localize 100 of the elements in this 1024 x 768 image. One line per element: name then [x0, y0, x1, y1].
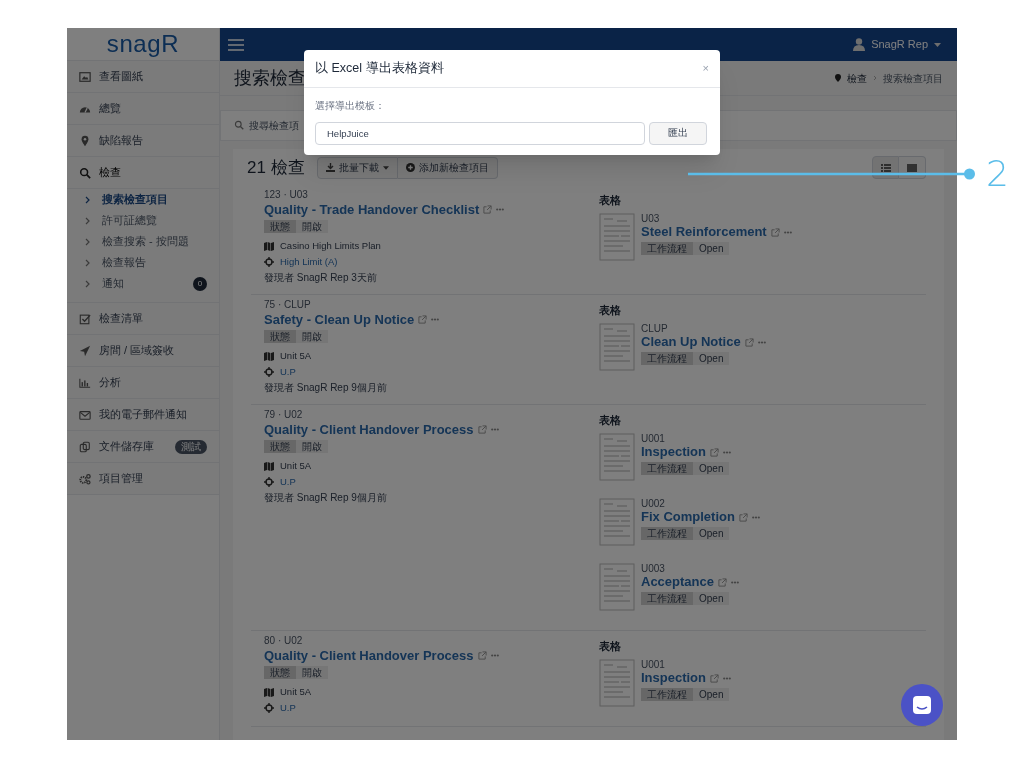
form-code: U001 — [641, 659, 666, 670]
search-icon — [79, 166, 91, 179]
submenu-item[interactable]: 檢查搜索 - 按問題 — [67, 231, 219, 252]
form-code: U03 — [641, 213, 661, 224]
chevron-right-icon — [873, 75, 877, 81]
export-button[interactable]: 匯出 — [649, 122, 707, 145]
external-link-icon — [770, 227, 780, 237]
form-title-link[interactable]: Acceptance — [641, 574, 714, 590]
form-title-link[interactable]: Inspection — [641, 444, 706, 460]
ellipsis-icon — [751, 515, 760, 519]
ellipsis-icon — [496, 208, 505, 211]
count-badge: 0 — [193, 276, 207, 291]
location-link[interactable]: U.P — [280, 700, 296, 716]
breadcrumb-link[interactable]: 搜索檢查項目 — [883, 70, 943, 86]
form-code: U002 — [641, 498, 666, 509]
map-icon — [264, 351, 274, 361]
workflow-label: 工作流程 — [641, 352, 693, 365]
ellipsis-icon — [490, 428, 499, 431]
cogs-icon — [79, 472, 91, 485]
external-link-icon — [477, 651, 487, 660]
plus-circle-icon — [405, 163, 415, 172]
ellipsis-icon — [723, 676, 731, 680]
envelope-icon — [79, 408, 91, 421]
workflow-label: 工作流程 — [641, 592, 693, 605]
sidebar-badge: 測試 — [175, 439, 207, 454]
field-label: 選擇導出模板： — [315, 100, 386, 112]
plan-name: Unit 5A — [280, 459, 312, 473]
inspection-title-link[interactable]: Safety - Clean Up Notice — [264, 311, 415, 328]
download-icon — [325, 163, 335, 172]
map-icon — [264, 687, 274, 697]
form-title-link[interactable]: Fix Completion — [641, 509, 735, 525]
ellipsis-icon — [723, 450, 731, 454]
image-icon — [79, 70, 91, 83]
bulk-download-button[interactable]: 批量下載 — [316, 156, 398, 179]
inspection-title-link[interactable]: Quality - Client Handover Process — [264, 421, 474, 438]
status-label: 狀態 — [264, 666, 296, 679]
close-button[interactable]: × — [702, 63, 709, 74]
template-field[interactable]: HelpJuice — [315, 122, 645, 145]
chevron-right-icon — [85, 279, 90, 288]
location-arrow-icon — [79, 344, 91, 357]
external-link-icon — [710, 447, 719, 457]
results-count: 21 檢查 — [247, 156, 305, 179]
status-value: 開啟 — [296, 666, 328, 679]
workflow-status: Open — [693, 352, 730, 365]
user-menu[interactable]: SnagR Rep — [853, 36, 941, 53]
inspection-title-link[interactable]: Quality - Client Handover Process — [264, 647, 474, 664]
inspection-title-link[interactable]: Quality - Trade Handover Checklist — [264, 201, 480, 218]
caret-down-icon — [382, 165, 389, 170]
status-value: 開啟 — [296, 330, 328, 343]
found-by-text: 發現者 SnagR Rep 3天前 — [264, 271, 378, 285]
detail-view-button[interactable] — [872, 156, 899, 179]
workflow-status: Open — [693, 527, 730, 540]
inspection-code: 123 · U03 — [264, 189, 309, 201]
inspection-code: 79 · U02 — [264, 409, 304, 421]
status-value: 開啟 — [296, 440, 328, 453]
found-by-text: 發現者 SnagR Rep 9個月前 — [264, 491, 388, 505]
status-label: 狀態 — [264, 220, 296, 233]
workflow-status: Open — [693, 242, 730, 255]
ellipsis-icon — [757, 340, 766, 344]
workflow-label: 工作流程 — [641, 242, 693, 255]
location-link[interactable]: U.P — [280, 474, 296, 490]
map-pin-icon — [835, 74, 841, 82]
ellipsis-icon — [490, 654, 499, 657]
ellipsis-icon — [431, 318, 440, 321]
menu-icon — [228, 38, 244, 51]
submenu-item[interactable]: 通知 0 — [67, 273, 219, 294]
inspection-code: 80 · U02 — [264, 635, 304, 647]
chevron-right-icon — [85, 216, 90, 225]
inspection-code: 75 · CLUP — [264, 299, 312, 311]
forms-heading: 表格 — [599, 193, 622, 207]
callout-number: 2 — [986, 156, 1009, 192]
submenu-item[interactable]: 檢查報告 — [67, 252, 219, 273]
form-title-link[interactable]: Steel Reinforcement — [641, 224, 767, 240]
chevron-right-icon — [85, 258, 90, 267]
status-value: 開啟 — [296, 220, 328, 233]
external-link-icon — [718, 577, 727, 587]
location-link[interactable]: High Limit (A) — [280, 254, 338, 270]
map-icon — [264, 241, 274, 251]
submenu-item[interactable]: 許可証總覽 — [67, 210, 219, 231]
map-pin-icon — [79, 134, 91, 147]
found-by-text: 發現者 SnagR Rep 9個月前 — [264, 381, 388, 395]
form-code: U001 — [641, 433, 666, 444]
external-link-icon — [710, 673, 719, 683]
location-link[interactable]: U.P — [280, 364, 296, 380]
submenu-item[interactable]: 搜索檢查項目 — [67, 189, 219, 210]
plan-name: Casino High Limits Plan — [280, 239, 381, 253]
breadcrumb-link[interactable]: 檢查 — [847, 70, 867, 86]
bar-chart-icon — [79, 376, 91, 389]
compact-view-button[interactable] — [899, 156, 926, 179]
crosshair-icon — [264, 257, 274, 267]
crosshair-icon — [264, 703, 274, 713]
add-inspection-button[interactable]: 添加新檢查項目 — [397, 156, 498, 179]
external-link-icon — [738, 512, 748, 522]
form-title-link[interactable]: Inspection — [641, 670, 706, 686]
logo[interactable]: snagR — [106, 32, 180, 56]
chevron-right-icon — [85, 195, 90, 204]
form-title-link[interactable]: Clean Up Notice — [641, 334, 741, 350]
workflow-status: Open — [693, 592, 730, 605]
dialog-title: 以 Excel 導出表格資料 — [315, 60, 444, 78]
user-icon — [853, 38, 866, 51]
